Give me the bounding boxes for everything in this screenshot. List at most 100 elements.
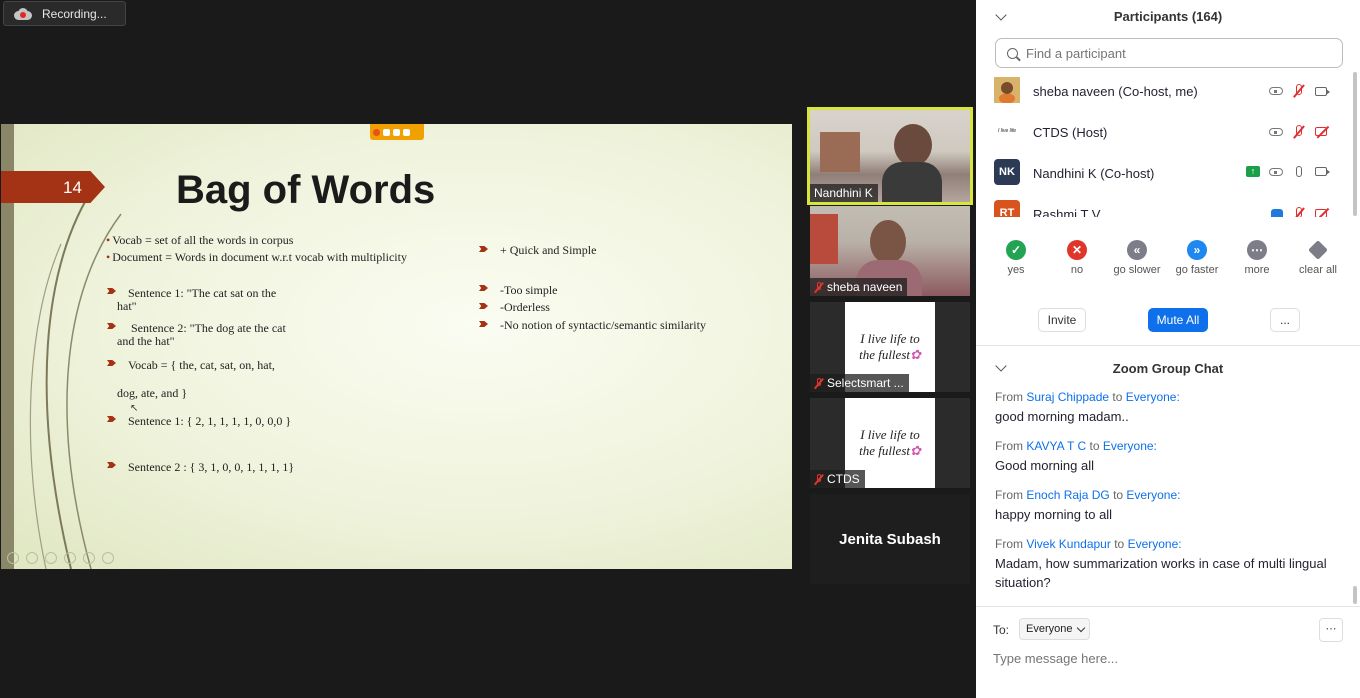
participants-title: Participants (164) xyxy=(1113,9,1223,24)
recipient-name[interactable]: Everyone: xyxy=(1126,488,1180,502)
video-tile[interactable]: I live life to the fullest✿ Selectsmart .… xyxy=(810,302,970,392)
participant-row[interactable]: RT Rashmi T V xyxy=(976,194,1346,217)
mic-icon[interactable] xyxy=(1296,166,1302,177)
recipient-name[interactable]: Everyone: xyxy=(1128,537,1182,551)
sender-name[interactable]: Enoch Raja DG xyxy=(1026,488,1109,502)
video-tile[interactable]: I live life to the fullest✿ CTDS xyxy=(810,398,970,488)
slide-arrow-bullet-icon xyxy=(479,285,488,291)
chat-scrollbar[interactable] xyxy=(1353,586,1357,604)
reaction-clear-all[interactable]: clear all xyxy=(1288,240,1348,276)
mic-muted-icon[interactable] xyxy=(1292,84,1306,98)
slide-text: dog, ate, and } xyxy=(117,386,188,400)
participant-search-input[interactable] xyxy=(1024,44,1328,62)
prev-slide-icon[interactable] xyxy=(7,552,19,564)
recipient-dropdown[interactable]: Everyone xyxy=(1019,618,1090,640)
slide-text: + Quick and Simple xyxy=(500,243,597,257)
fast-forward-icon: » xyxy=(1187,240,1207,260)
mic-muted-icon xyxy=(814,377,824,389)
reaction-go-faster[interactable]: » go faster xyxy=(1167,240,1227,276)
eraser-icon xyxy=(1308,240,1328,260)
reaction-go-slower[interactable]: «go slower xyxy=(1107,240,1167,276)
invite-button[interactable]: Invite xyxy=(1038,308,1086,332)
slide-number-badge: 14 xyxy=(1,171,105,203)
screen-share-toolbar[interactable] xyxy=(370,124,424,140)
avatar: NK xyxy=(994,159,1020,185)
zoom-icon[interactable] xyxy=(45,552,57,564)
tile-name-label: Selectsmart ... xyxy=(810,374,909,392)
checkmark-icon: ✓ xyxy=(1006,240,1026,260)
slide-text: Sentence 2: "The dog ate the cat xyxy=(131,321,286,335)
chat-more-button[interactable]: ⋯ xyxy=(1319,618,1343,642)
recording-indicator[interactable]: Recording... xyxy=(3,1,126,26)
participant-name: Nandhini K (Co-host) xyxy=(1033,166,1155,181)
view-icon[interactable] xyxy=(83,552,95,564)
chat-message: From Vivek Kundapur to Everyone: Madam, … xyxy=(995,537,1335,592)
mic-muted-icon xyxy=(814,473,824,485)
camera-off-icon[interactable] xyxy=(1315,126,1330,138)
recipient-name[interactable]: Everyone: xyxy=(1126,390,1180,404)
avatar xyxy=(994,77,1020,103)
participant-row[interactable]: sheba naveen (Co-host, me) xyxy=(976,71,1346,112)
reaction-more[interactable]: ⋯ more xyxy=(1227,240,1287,276)
chat-message: From Suraj Chippade to Everyone: good mo… xyxy=(995,390,1335,426)
next-slide-icon[interactable] xyxy=(102,552,114,564)
slide-number: 14 xyxy=(63,178,82,197)
slide-bullet: • Document = Words in document w.r.t voca… xyxy=(106,250,407,264)
recipient-name[interactable]: Everyone: xyxy=(1103,439,1157,453)
video-tile-active-speaker[interactable]: Nandhini K xyxy=(807,107,973,205)
side-panel: Participants (164) sheba naveen (Co-host… xyxy=(976,0,1360,698)
participant-list-scrollbar[interactable] xyxy=(1353,72,1357,216)
chat-message-input[interactable] xyxy=(993,648,1333,668)
x-icon: ✕ xyxy=(1067,240,1087,260)
mic-muted-icon[interactable] xyxy=(1292,207,1306,217)
slide-text: Sentence 1: { 2, 1, 1, 1, 1, 0, 0,0 } xyxy=(128,414,292,428)
camera-off-icon[interactable] xyxy=(1315,208,1330,217)
slide-text: -Too simple xyxy=(500,283,558,297)
sender-name[interactable]: KAVYA T C xyxy=(1026,439,1086,453)
slide-bullet: • Vocab = set of all the words in corpus xyxy=(106,233,294,247)
slide-text: Sentence 1: "The cat sat on the xyxy=(128,286,277,300)
video-tile[interactable]: sheba naveen xyxy=(810,206,970,296)
slide-text: hat" xyxy=(117,299,137,313)
pen-icon[interactable] xyxy=(26,552,38,564)
tile-name-label: sheba naveen xyxy=(810,278,908,296)
participant-name: CTDS (Host) xyxy=(1033,125,1108,140)
slide-arrow-bullet-icon xyxy=(479,303,488,309)
chat-message: From Enoch Raja DG to Everyone: happy mo… xyxy=(995,488,1335,524)
participant-name: sheba naveen (Co-host, me) xyxy=(1033,84,1198,99)
search-icon xyxy=(1007,47,1018,59)
cloud-icon xyxy=(1269,128,1283,136)
cloud-icon xyxy=(1269,87,1283,95)
participants-header: Participants (164) xyxy=(976,0,1360,34)
camera-icon[interactable] xyxy=(1315,86,1330,96)
slide-text: Vocab = { the, cat, sat, on, hat, xyxy=(128,358,275,372)
message-text: Good morning all xyxy=(995,458,1094,473)
participant-search[interactable] xyxy=(995,38,1343,68)
slide-arrow-bullet-icon xyxy=(479,246,488,252)
participant-actions: Invite Mute All ... xyxy=(976,308,1360,334)
mic-muted-icon[interactable] xyxy=(1292,125,1306,139)
participant-name: Rashmi T V xyxy=(1033,207,1101,217)
sender-name[interactable]: Suraj Chippade xyxy=(1026,390,1109,404)
more-options-button[interactable]: ... xyxy=(1270,308,1300,332)
avatar: I live life xyxy=(994,118,1020,144)
reaction-yes[interactable]: ✓ yes xyxy=(986,240,1046,276)
slide-nav-controls[interactable] xyxy=(7,552,114,564)
camera-icon[interactable] xyxy=(1315,167,1330,176)
chat-title: Zoom Group Chat xyxy=(1112,361,1224,376)
menu-icon[interactable] xyxy=(64,552,76,564)
screen-share-icon: ↑ xyxy=(1246,166,1260,177)
participant-row[interactable]: I live life CTDS (Host) xyxy=(976,112,1346,153)
reaction-no[interactable]: ✕ no xyxy=(1047,240,1107,276)
mute-all-button[interactable]: Mute All xyxy=(1148,308,1208,332)
slide-text: -Orderless xyxy=(500,300,550,314)
sender-name[interactable]: Vivek Kundapur xyxy=(1026,537,1111,551)
slide-arrow-bullet-icon xyxy=(479,321,488,327)
message-text: good morning madam.. xyxy=(995,409,1129,424)
participant-row[interactable]: NK Nandhini K (Co-host) ↑ xyxy=(976,153,1346,194)
chevron-down-icon xyxy=(1077,623,1086,632)
slide-text: Sentence 2 : { 3, 1, 0, 0, 1, 1, 1, 1} xyxy=(128,460,295,474)
cloud-record-icon xyxy=(14,7,32,20)
video-tile-name-only[interactable]: Jenita Subash xyxy=(810,494,970,584)
participant-list: sheba naveen (Co-host, me) I live life C… xyxy=(976,71,1346,217)
